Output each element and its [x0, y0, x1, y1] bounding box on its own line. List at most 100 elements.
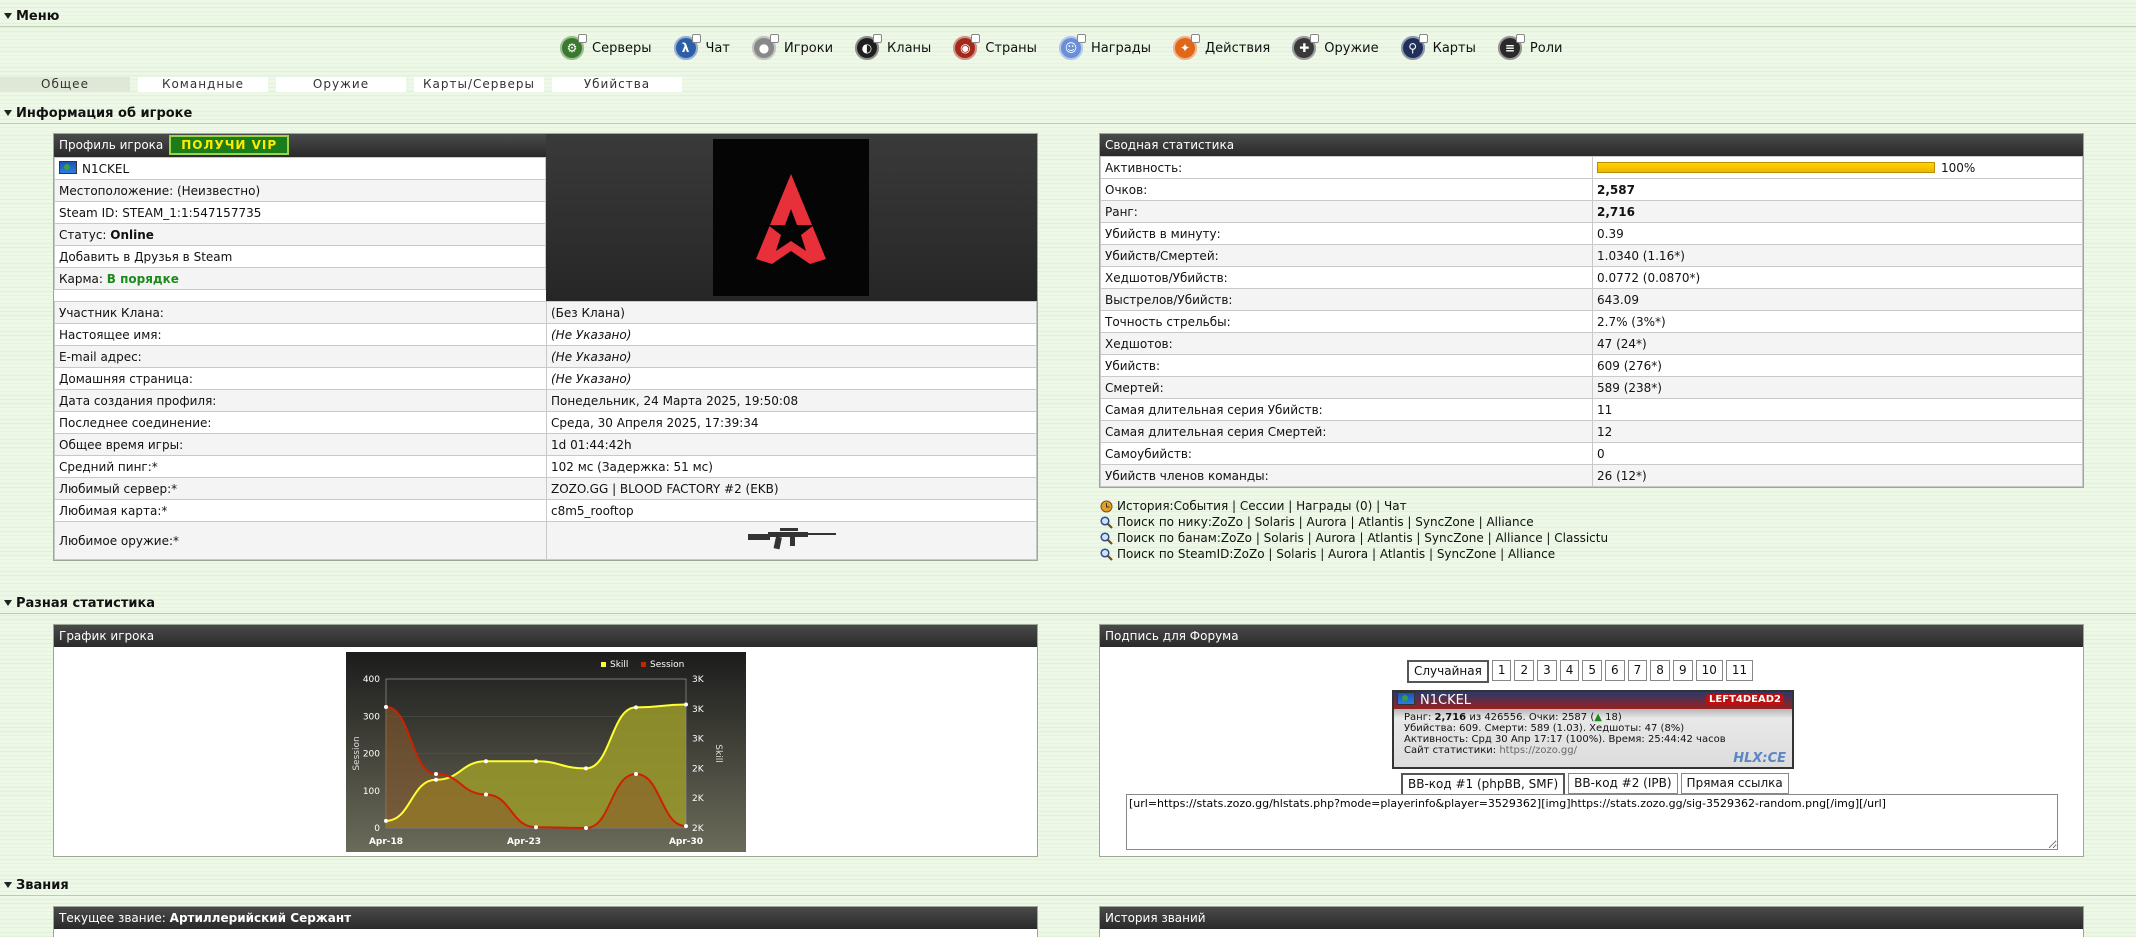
link-item[interactable]: SyncZone	[1415, 514, 1474, 530]
link-item[interactable]: Solaris	[1264, 530, 1304, 546]
add-steam-friend-link[interactable]: Добавить в Друзья в Steam	[54, 245, 546, 268]
link-item[interactable]: ZoZo	[1233, 546, 1264, 562]
bbcode-tabs: BB-код #1 (phpBB, SMF) BB-код #2 (IPB) Пря…	[1401, 773, 1792, 796]
profile-details-table: Участник Клана: (Без Клана) Настоящее имя:…	[54, 301, 1037, 560]
forum-signature-panel: Подпись для Форума Случайная 1 2 3 4 5 6 7 8 9 10…	[1099, 624, 2084, 857]
signature-code-textarea[interactable]: [url=https://stats.zozo.gg/hlstats.php?m…	[1126, 794, 2058, 850]
history-icon	[1100, 500, 1113, 513]
detail-value: 102 мс (Задержка: 51 мс)	[546, 455, 1037, 478]
link-item[interactable]: Solaris	[1255, 514, 1295, 530]
legend-skill-swatch	[601, 662, 606, 667]
x-tick-label: Apr-23	[507, 837, 541, 847]
nav-roles[interactable]: ≡ Роли	[1497, 34, 1562, 60]
activity-label: Активность:	[1100, 156, 1593, 179]
signature-activity-line: Активность: Срд 30 Апр 17:17 (100%). Вре…	[1404, 734, 1726, 745]
get-vip-button[interactable]: ПОЛУЧИ VIP	[169, 135, 290, 155]
link-item[interactable]: Сессии	[1240, 498, 1285, 514]
avatar-box	[546, 134, 1037, 301]
signature-image: N1CKEL LEFT4DEAD2 Ранг: 2,716 из 426556.…	[1392, 690, 1794, 769]
nav-clans[interactable]: ◐ Кланы	[855, 34, 931, 60]
signature-page-button[interactable]: 5	[1582, 660, 1603, 681]
nav-countries[interactable]: ◉ Страны	[953, 34, 1037, 60]
detail-label: Средний пинг:*	[54, 455, 547, 478]
detail-row: Домашняя страница: (Не Указано)	[54, 367, 1037, 390]
link-item[interactable]: Alliance	[1486, 514, 1533, 530]
signature-page-button[interactable]: 9	[1672, 660, 1693, 681]
summary-row: Смертей: 589 (238*)	[1100, 376, 2083, 399]
link-item[interactable]: Награды (0)	[1296, 498, 1372, 514]
current-rank-panel: Текущее звание: Артиллерийский Сержант	[53, 906, 1038, 937]
signature-page-button[interactable]: 4	[1559, 660, 1580, 681]
nav-players[interactable]: ● Игроки	[751, 34, 833, 60]
link-item[interactable]: SyncZone	[1424, 530, 1483, 546]
nav-actions[interactable]: ✦ Действия	[1173, 34, 1270, 60]
link-item[interactable]: SyncZone	[1437, 546, 1496, 562]
summary-value: 2.7% (3%*)	[1592, 310, 2083, 333]
summary-value: 0	[1592, 442, 2083, 465]
signature-page-button[interactable]: 10	[1695, 660, 1723, 681]
y-right-label: Skill	[713, 744, 723, 762]
signature-page-button[interactable]: 2	[1514, 660, 1535, 681]
link-item[interactable]: Atlantis	[1358, 514, 1403, 530]
summary-row: Самоубийств: 0	[1100, 442, 2083, 465]
menu-heading[interactable]: Меню	[0, 8, 2136, 27]
player-graph-panel: График игрока 0 100 200 300 400 2K 2K 2K 3K 3K 3K S…	[53, 624, 1038, 857]
player-info-heading[interactable]: Информация об игроке	[0, 105, 2136, 124]
link-item[interactable]: Solaris	[1276, 546, 1316, 562]
detail-label: Общее время игры:	[54, 433, 547, 456]
y-left-label: Session	[352, 736, 362, 770]
rifle-icon	[747, 528, 836, 550]
misc-stats-heading[interactable]: Разная статистика	[0, 595, 2136, 614]
link-item[interactable]: ZoZo	[1212, 514, 1243, 530]
nav-chat[interactable]: λ Чат	[673, 34, 730, 60]
ranks-heading[interactable]: Звания	[0, 877, 2136, 896]
nav-weapons[interactable]: ✚ Оружие	[1292, 34, 1379, 60]
detail-value: c8m5_rooftop	[546, 499, 1037, 522]
summary-row: Убийств: 609 (276*)	[1100, 354, 2083, 377]
signature-page-buttons: Случайная 1 2 3 4 5 6 7 8 9 10 11	[1407, 660, 1756, 683]
signature-page-button[interactable]: 1	[1491, 660, 1512, 681]
link-item[interactable]: Atlantis	[1380, 546, 1425, 562]
link-item[interactable]: Aurora	[1307, 514, 1347, 530]
signature-page-button[interactable]: 6	[1605, 660, 1625, 681]
link-item[interactable]: Чат	[1384, 498, 1407, 514]
link-item[interactable]: Aurora	[1328, 546, 1368, 562]
nav-maps[interactable]: ⚲ Карты	[1400, 34, 1476, 60]
nav-awards[interactable]: ☺ Награды	[1058, 34, 1151, 60]
signature-page-button[interactable]: 8	[1650, 660, 1670, 681]
detail-row: Общее время игры: 1d 01:44:42h	[54, 433, 1037, 456]
summary-value: 2,587	[1592, 178, 2083, 201]
summary-value: 643.09	[1592, 288, 2083, 311]
link-item[interactable]: ZoZo	[1221, 530, 1252, 546]
link-item[interactable]: Alliance	[1495, 530, 1542, 546]
tab-0[interactable]: Общее	[0, 77, 130, 92]
nav-servers[interactable]: ⚙ Серверы	[560, 34, 652, 60]
skill-point	[584, 766, 588, 771]
link-row: История: События | Сессии | Награды (0) …	[1100, 498, 1608, 514]
summary-label: Выстрелов/Убийств:	[1100, 288, 1593, 311]
summary-row: Очков: 2,587	[1100, 178, 2083, 201]
session-point	[584, 826, 588, 830]
x-tick-label: Apr-30	[669, 837, 703, 847]
detail-value: (Не Указано)	[546, 367, 1037, 390]
tab-2[interactable]: Оружие	[276, 77, 406, 92]
y-right-tick: 2K	[692, 824, 705, 834]
signature-page-button[interactable]: 3	[1537, 660, 1557, 681]
magnifier-icon	[1100, 531, 1113, 545]
signature-site-line: Сайт статистики: https://zozo.gg/	[1404, 745, 1577, 756]
bbcode-tab[interactable]: BB-код #2 (IPB)	[1568, 773, 1678, 794]
signature-page-button[interactable]: 11	[1725, 660, 1754, 681]
tab-3[interactable]: Карты/Серверы	[414, 77, 544, 92]
bbcode-tab[interactable]: BB-код #1 (phpBB, SMF)	[1401, 773, 1566, 796]
detail-label: Дата создания профиля:	[54, 389, 547, 412]
link-item[interactable]: Atlantis	[1367, 530, 1412, 546]
signature-page-button[interactable]: 7	[1627, 660, 1648, 681]
link-item[interactable]: Aurora	[1316, 530, 1356, 546]
tab-1[interactable]: Командные	[138, 77, 268, 92]
link-item[interactable]: Alliance	[1508, 546, 1555, 562]
link-item[interactable]: События	[1174, 498, 1229, 514]
tab-4[interactable]: Убийства	[552, 77, 682, 92]
random-signature-button[interactable]: Случайная	[1407, 660, 1489, 683]
bbcode-tab[interactable]: Прямая ссылка	[1680, 773, 1789, 794]
link-item[interactable]: Classictu	[1554, 530, 1608, 546]
